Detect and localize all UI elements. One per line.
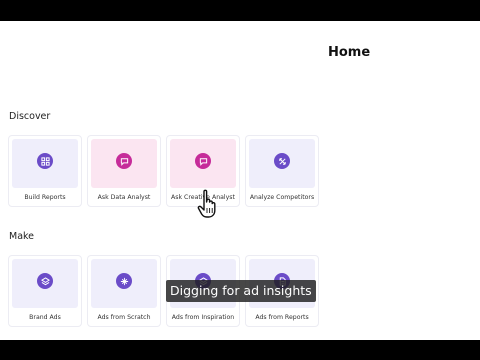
card-ask-data-analyst[interactable]: Ask Data Analyst <box>87 135 161 207</box>
card-label: Ads from Scratch <box>97 314 151 321</box>
card-label: Ads from Inspiration <box>171 314 235 321</box>
video-caption: Digging for ad insights <box>166 280 316 302</box>
card-label: Brand Ads <box>29 314 61 321</box>
sparkle-icon <box>116 273 132 289</box>
page-title: Home <box>328 45 371 60</box>
card-label: Ask Data Analyst <box>97 194 151 201</box>
video-letterbox-top <box>0 0 480 21</box>
section-label-discover: Discover <box>9 111 51 122</box>
video-letterbox-bottom <box>0 340 480 360</box>
card-analyze-competitors[interactable]: Analyze Competitors <box>245 135 319 207</box>
layers-icon <box>37 273 53 289</box>
crossed-arrows-icon <box>274 153 290 169</box>
card-label: Ads from Reports <box>255 314 309 321</box>
card-brand-ads[interactable]: Brand Ads <box>8 255 82 327</box>
card-label: Build Reports <box>24 194 66 201</box>
card-label: Analyze Competitors <box>249 194 315 201</box>
card-build-reports[interactable]: Build Reports <box>8 135 82 207</box>
card-ads-from-scratch[interactable]: Ads from Scratch <box>87 255 161 327</box>
hand-pointer-icon <box>197 189 216 218</box>
chat-bubble-icon <box>195 153 211 169</box>
chat-bubble-icon <box>116 153 132 169</box>
grid-analyze-icon <box>37 153 53 169</box>
section-label-make: Make <box>9 231 35 242</box>
